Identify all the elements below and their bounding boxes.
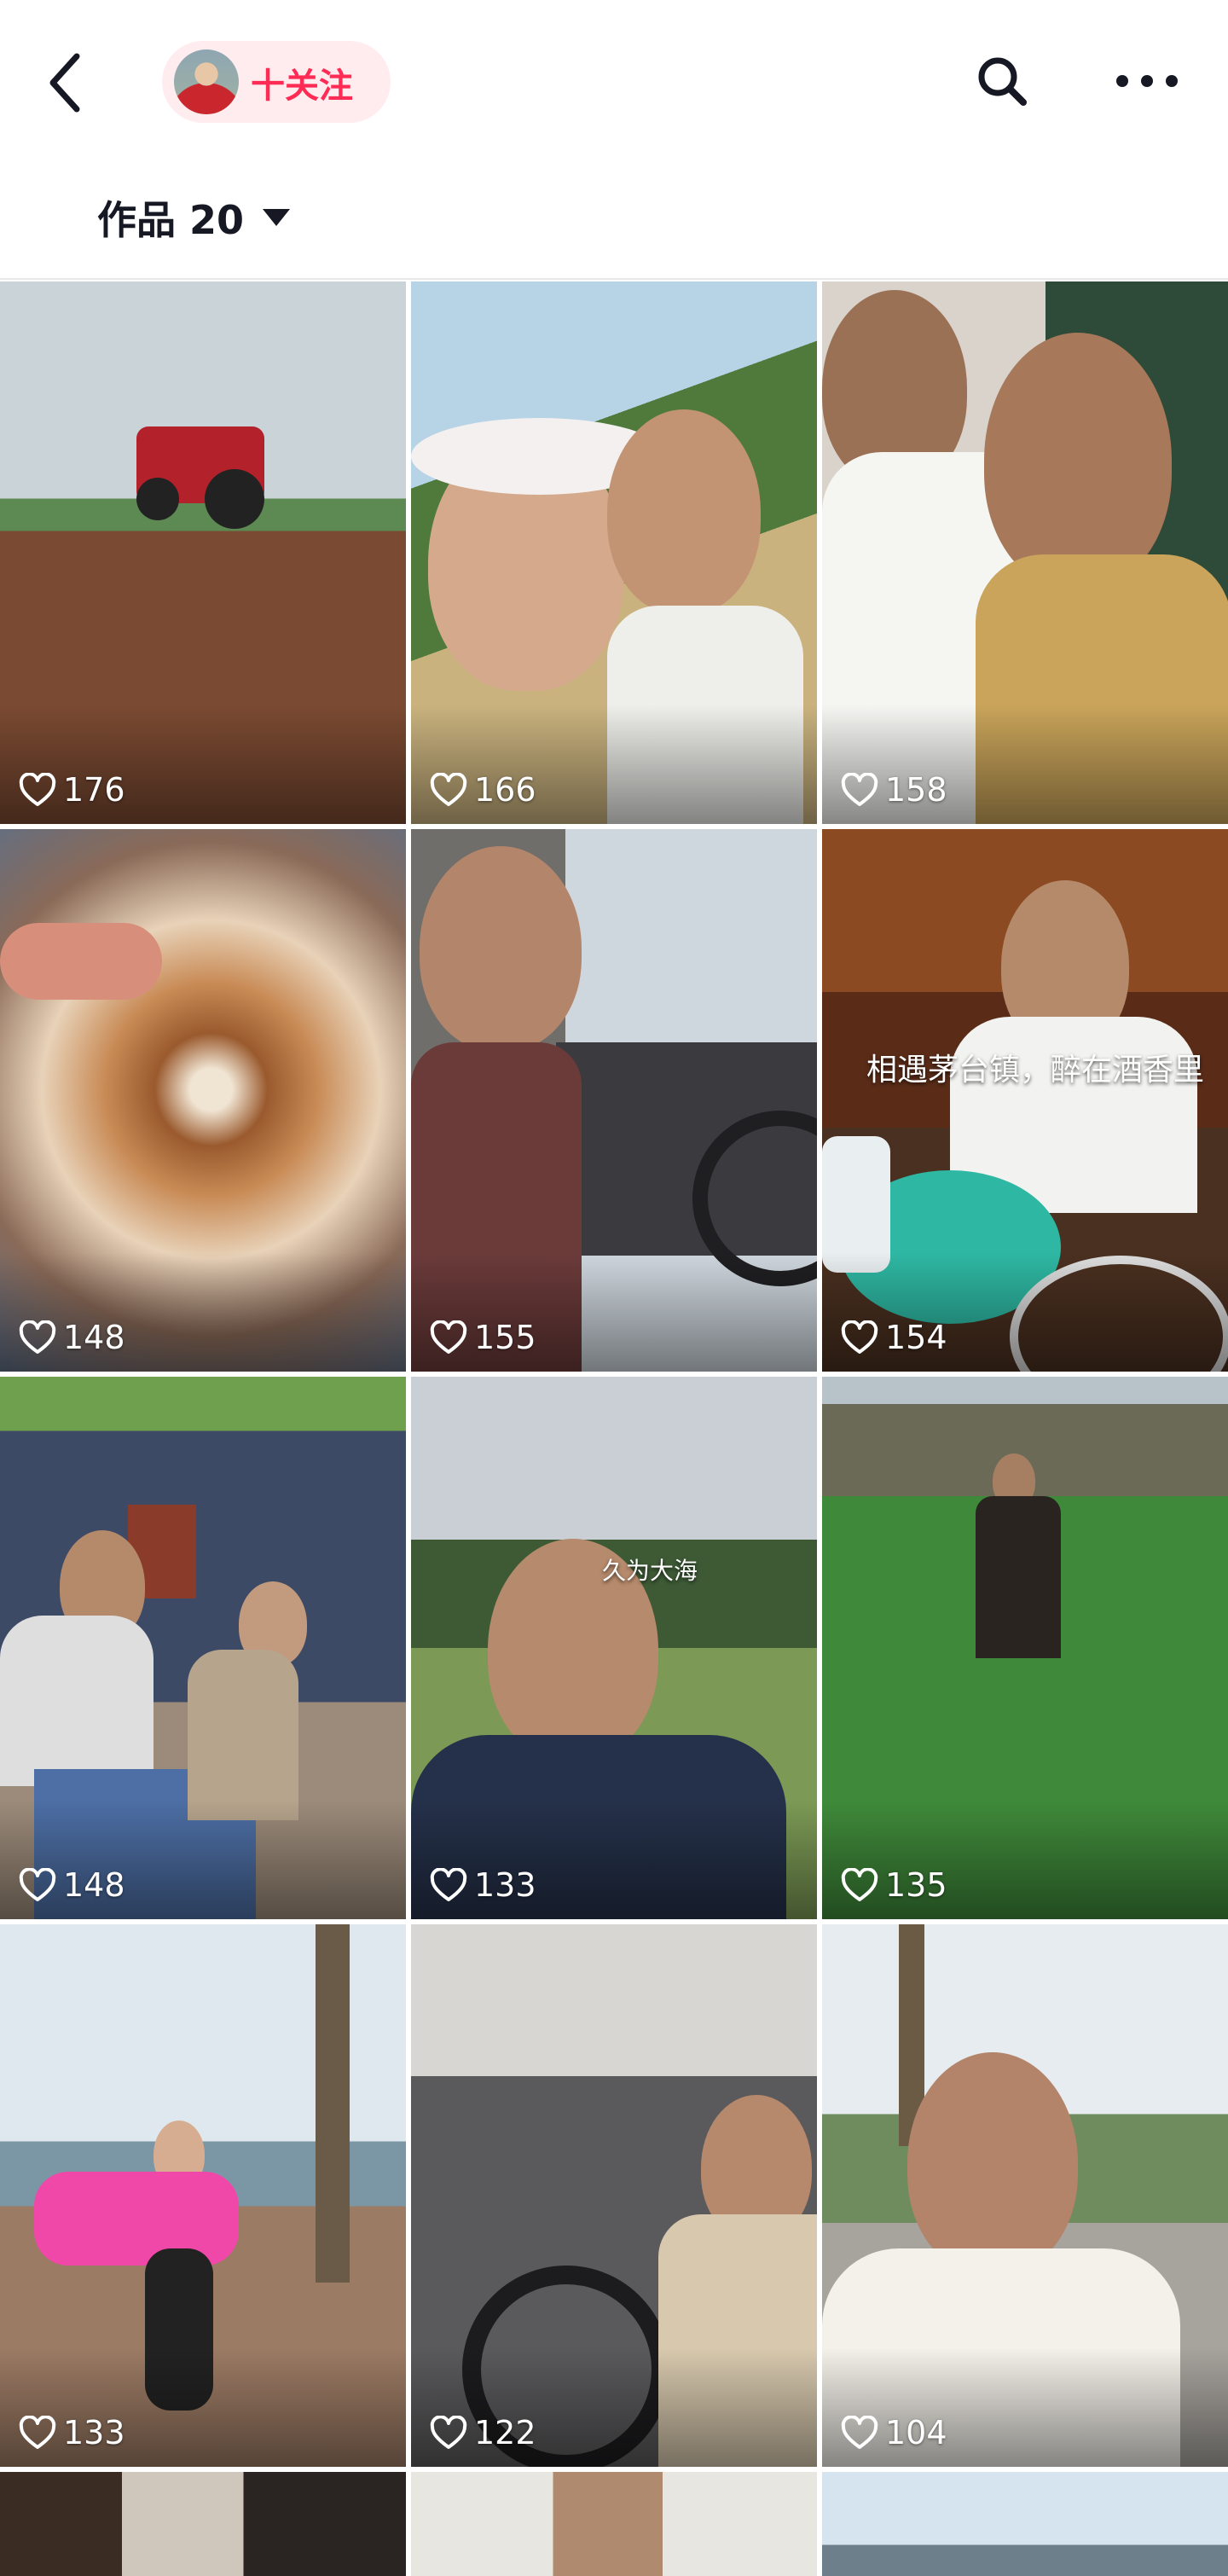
video-thumbnail[interactable]: 122 [411, 1924, 817, 2467]
video-caption: 相遇茅台镇，醉在酒香里 [866, 1053, 1204, 1088]
top-bar: 十关注 [0, 0, 1228, 162]
video-thumbnail[interactable] [411, 2472, 817, 2576]
like-count: 148 [19, 1866, 125, 1904]
like-count: 155 [430, 1319, 536, 1356]
video-thumbnail[interactable] [822, 2472, 1228, 2576]
thumbnail-image [411, 2472, 817, 2576]
heart-icon [430, 1320, 467, 1354]
video-thumbnail[interactable]: 148 [0, 1377, 406, 1919]
back-arrow-icon[interactable] [41, 44, 92, 121]
heart-icon [19, 2416, 56, 2449]
video-thumbnail[interactable]: 148 [0, 829, 406, 1372]
follow-button[interactable]: 十关注 [162, 41, 391, 123]
heart-icon [841, 1320, 878, 1354]
video-grid: 176 166 158 148 155 相遇茅台镇，醉在酒香里 154 148 … [0, 281, 1228, 2576]
heart-icon [19, 1320, 56, 1354]
like-count: 176 [19, 771, 125, 809]
video-thumbnail[interactable]: 135 [822, 1377, 1228, 1919]
search-icon[interactable] [972, 51, 1032, 111]
video-thumbnail[interactable]: 相遇茅台镇，醉在酒香里 154 [822, 829, 1228, 1372]
follow-label: 十关注 [251, 67, 353, 106]
like-count-value: 133 [474, 1866, 536, 1904]
video-thumbnail[interactable]: 155 [411, 829, 817, 1372]
heart-icon [430, 773, 467, 806]
like-count: 135 [841, 1866, 947, 1904]
tree-trunk [316, 1924, 350, 2283]
like-count-value: 176 [63, 771, 125, 809]
like-count-value: 166 [474, 771, 536, 809]
video-thumbnail[interactable]: 176 [0, 281, 406, 824]
shirt [0, 1616, 154, 1786]
like-count-value: 154 [885, 1319, 947, 1356]
jacket [976, 1496, 1061, 1658]
video-thumbnail[interactable]: 久为大海 133 [411, 1377, 817, 1919]
video-thumbnail[interactable]: 166 [411, 281, 817, 824]
heart-icon [19, 1868, 56, 1901]
avatar[interactable] [174, 49, 239, 114]
like-count: 148 [19, 1319, 125, 1356]
like-count: 158 [841, 771, 947, 809]
like-count-value: 133 [63, 2414, 125, 2451]
video-thumbnail[interactable]: 133 [0, 1924, 406, 2467]
like-count-value: 158 [885, 771, 947, 809]
like-count-value: 148 [63, 1319, 125, 1356]
heart-icon [430, 2416, 467, 2449]
pink-jacket [34, 2172, 239, 2266]
like-count: 122 [430, 2414, 536, 2451]
tractor-wheel [136, 478, 179, 520]
like-count: 133 [19, 2414, 125, 2451]
person [984, 333, 1172, 589]
like-count-value: 148 [63, 1866, 125, 1904]
like-count-value: 155 [474, 1319, 536, 1356]
finger [0, 923, 162, 1000]
caret-down-icon [263, 209, 291, 226]
video-thumbnail[interactable]: 104 [822, 1924, 1228, 2467]
like-count-value: 135 [885, 1866, 947, 1904]
tab-works[interactable]: 作品 20 [97, 188, 291, 247]
like-count: 154 [841, 1319, 947, 1356]
heart-icon [430, 1868, 467, 1901]
video-caption: 久为大海 [601, 1557, 698, 1585]
video-thumbnail[interactable]: 158 [822, 281, 1228, 824]
video-thumbnail[interactable] [0, 2472, 406, 2576]
heart-icon [841, 2416, 878, 2449]
divider [0, 278, 1228, 280]
thumbnail-image [0, 2472, 406, 2576]
person [420, 846, 582, 1051]
more-options-icon[interactable] [1109, 51, 1185, 111]
like-count-value: 104 [885, 2414, 947, 2451]
tab-works-label: 作品 20 [97, 197, 245, 243]
like-count: 104 [841, 2414, 947, 2451]
jacket [188, 1650, 298, 1820]
tractor-wheel [205, 469, 264, 529]
like-count-value: 122 [474, 2414, 536, 2451]
heart-icon [841, 1868, 878, 1901]
thumbnail-image [822, 2472, 1228, 2576]
like-count: 133 [430, 1866, 536, 1904]
heart-icon [19, 773, 56, 806]
person [607, 409, 761, 614]
heart-icon [841, 773, 878, 806]
person [907, 2052, 1078, 2274]
like-count: 166 [430, 771, 536, 809]
